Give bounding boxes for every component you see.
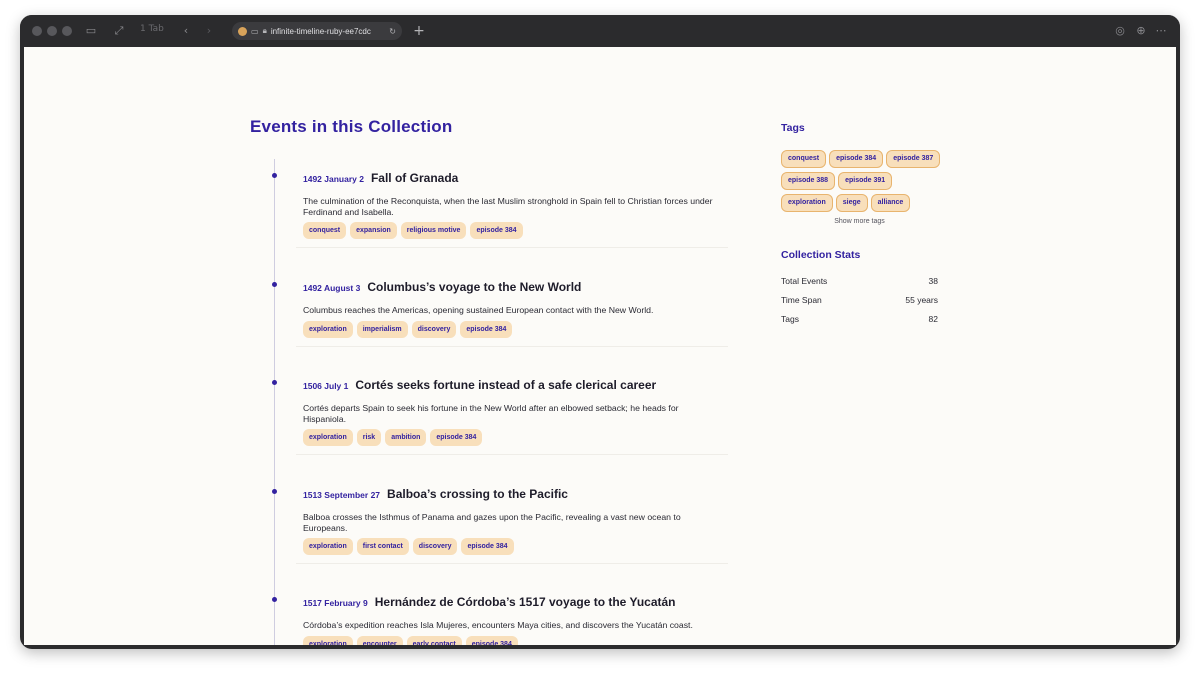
expand-icon[interactable]: ⤢ — [112, 23, 126, 39]
tab-count[interactable]: 1 Tab — [140, 24, 164, 34]
event-tags: exploration first contact discovery epis… — [303, 538, 722, 556]
stat-value: 82 — [928, 314, 938, 324]
sidebar-tag[interactable]: episode 387 — [886, 150, 941, 168]
event-title[interactable]: Cortés seeks fortune instead of a safe c… — [355, 378, 656, 392]
event-description: Columbus reaches the Americas, opening s… — [303, 305, 654, 315]
close-window-button[interactable] — [32, 26, 42, 36]
event-description: Cortés departs Spain to seek his fortune… — [303, 403, 679, 424]
timeline-dot — [272, 489, 277, 494]
stat-label: Total Events — [781, 276, 828, 286]
browser-titlebar: ▭ ⤢ 1 Tab ‹ › ▭ 🔒︎ infinite-timeline-rub… — [20, 15, 1180, 47]
event-tag[interactable]: risk — [356, 429, 382, 447]
collection-stats-heading: Collection Stats — [781, 249, 861, 261]
event-tags: exploration risk ambition episode 384 — [303, 429, 722, 447]
stat-row: Tags 82 — [781, 314, 938, 333]
event-tag[interactable]: first contact — [356, 538, 409, 556]
event-tag[interactable]: discovery — [411, 320, 457, 338]
event-tag[interactable]: exploration — [303, 320, 353, 338]
tags-heading: Tags — [781, 122, 805, 134]
collection-stats: Total Events 38 Time Span 55 years Tags … — [781, 276, 938, 333]
browser-window: ▭ ⤢ 1 Tab ‹ › ▭ 🔒︎ infinite-timeline-rub… — [20, 15, 1180, 649]
url-text[interactable]: infinite-timeline-ruby-ee7cdc — [271, 27, 385, 36]
stat-value: 55 years — [905, 295, 938, 305]
page-icon: ▭ — [251, 26, 259, 36]
event-description: Córdoba’s expedition reaches Isla Mujere… — [303, 620, 693, 630]
event-tag[interactable]: episode 384 — [470, 222, 523, 240]
timeline-event[interactable]: 1517 February 9 Hernández de Córdoba’s 1… — [296, 595, 728, 645]
timeline-dot — [272, 173, 277, 178]
event-title[interactable]: Columbus’s voyage to the New World — [367, 280, 581, 294]
stat-value: 38 — [928, 276, 938, 286]
event-tags: exploration encounter early contact epis… — [303, 635, 722, 645]
event-date: 1517 February 9 — [303, 598, 368, 608]
event-date: 1492 August 3 — [303, 283, 361, 293]
lock-icon: 🔒︎ — [262, 26, 267, 35]
event-description: The culmination of the Reconquista, when… — [303, 196, 713, 217]
stat-label: Tags — [781, 314, 799, 324]
event-tag[interactable]: early contact — [406, 635, 462, 645]
stat-row: Total Events 38 — [781, 276, 938, 295]
event-tag[interactable]: religious motive — [400, 222, 467, 240]
timeline-event[interactable]: 1492 August 3 Columbus’s voyage to the N… — [296, 280, 728, 347]
site-favicon — [238, 26, 247, 36]
download-icon[interactable]: ⊕ — [1134, 23, 1148, 39]
event-tag[interactable]: encounter — [356, 635, 403, 645]
page-title: Events in this Collection — [250, 117, 453, 136]
page-viewport: Events in this Collection 1492 January 2… — [24, 47, 1176, 645]
event-tag[interactable]: episode 384 — [465, 635, 518, 645]
event-tag[interactable]: episode 384 — [461, 538, 514, 556]
event-tag[interactable]: conquest — [303, 222, 347, 240]
event-tag[interactable]: episode 384 — [460, 320, 513, 338]
sidebar-tag[interactable]: episode 388 — [781, 172, 836, 190]
event-date: 1506 July 1 — [303, 381, 349, 391]
sidebar-toggle-icon[interactable]: ▭ — [84, 23, 98, 39]
sidebar-tag[interactable]: exploration — [781, 194, 833, 212]
forward-icon[interactable]: › — [203, 23, 215, 39]
stat-row: Time Span 55 years — [781, 295, 938, 314]
sidebar-tag[interactable]: episode 384 — [829, 150, 884, 168]
timeline-dot — [272, 380, 277, 385]
timeline-dot — [272, 282, 277, 287]
sidebar-tag[interactable]: conquest — [781, 150, 827, 168]
tag-cloud: conquest episode 384 episode 387 episode… — [781, 150, 941, 212]
timeline-line — [274, 159, 275, 645]
event-tag[interactable]: episode 384 — [430, 429, 483, 447]
new-tab-icon[interactable]: + — [412, 23, 426, 39]
stat-label: Time Span — [781, 295, 822, 305]
more-menu-icon[interactable]: ⋯ — [1154, 23, 1168, 39]
event-tags: conquest expansion religious motive epis… — [303, 222, 722, 240]
event-tag[interactable]: ambition — [385, 429, 427, 447]
timeline-dot — [272, 597, 277, 602]
event-tag[interactable]: exploration — [303, 429, 353, 447]
event-tag[interactable]: imperialism — [356, 320, 408, 338]
timeline-event[interactable]: 1506 July 1 Cortés seeks fortune instead… — [296, 378, 728, 456]
event-title[interactable]: Fall of Granada — [371, 171, 458, 185]
timeline-event[interactable]: 1513 September 27 Balboa’s crossing to t… — [296, 487, 728, 565]
event-date: 1513 September 27 — [303, 490, 381, 500]
event-title[interactable]: Hernández de Córdoba’s 1517 voyage to th… — [375, 595, 676, 609]
timeline-event[interactable]: 1492 January 2 Fall of Granada The culmi… — [296, 171, 728, 249]
event-description: Balboa crosses the Isthmus of Panama and… — [303, 512, 681, 533]
event-tag[interactable]: discovery — [412, 538, 458, 556]
reload-icon[interactable]: ↻ — [389, 27, 396, 36]
zoom-window-button[interactable] — [62, 26, 72, 36]
address-bar[interactable]: ▭ 🔒︎ infinite-timeline-ruby-ee7cdc ↻ — [232, 22, 402, 40]
sidebar-tag[interactable]: alliance — [870, 194, 911, 212]
minimize-window-button[interactable] — [47, 26, 57, 36]
extensions-icon[interactable]: ◎ — [1113, 23, 1127, 39]
back-icon[interactable]: ‹ — [180, 23, 192, 39]
event-tags: exploration imperialism discovery episod… — [303, 320, 722, 338]
sidebar-tag[interactable]: siege — [835, 194, 868, 212]
show-more-tags-link[interactable]: Show more tags — [781, 218, 938, 225]
event-tag[interactable]: expansion — [350, 222, 397, 240]
event-date: 1492 January 2 — [303, 174, 364, 184]
event-tag[interactable]: exploration — [303, 635, 353, 645]
event-title[interactable]: Balboa’s crossing to the Pacific — [387, 487, 568, 501]
sidebar-tag[interactable]: episode 391 — [838, 172, 893, 190]
event-tag[interactable]: exploration — [303, 538, 353, 556]
